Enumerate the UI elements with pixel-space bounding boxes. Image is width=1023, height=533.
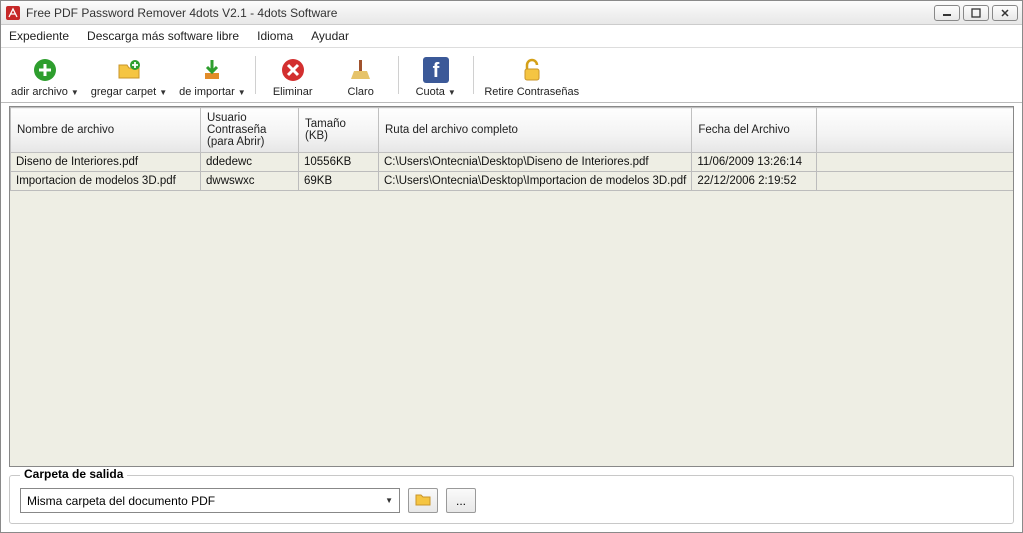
clear-label: Claro [348,86,374,98]
cell-password[interactable]: dwwswxc [201,172,299,191]
table-row[interactable]: Diseno de Interiores.pdfddedewc10556KBC:… [11,153,1014,172]
menu-language[interactable]: Idioma [257,29,293,43]
quota-label: Cuota [416,86,445,98]
clear-button[interactable]: Claro [327,50,395,100]
maximize-button[interactable] [963,5,989,21]
toolbar-separator [255,56,256,94]
cell-spare [817,153,1013,172]
add-folder-button[interactable]: gregar carpet▼ [85,50,173,100]
cell-date[interactable]: 22/12/2006 2:19:52 [692,172,817,191]
main-window: Free PDF Password Remover 4dots V2.1 - 4… [0,0,1023,533]
header-filename[interactable]: Nombre de archivo [11,108,201,153]
cell-path[interactable]: C:\Users\Ontecnia\Desktop\Diseno de Inte… [379,153,692,172]
facebook-icon: f [423,56,449,84]
dropdown-arrow-icon: ▼ [385,496,393,505]
add-file-icon [32,56,58,84]
titlebar: Free PDF Password Remover 4dots V2.1 - 4… [1,1,1022,25]
remove-passwords-label: Retire Contraseñas [484,86,579,98]
add-file-label: adir archivo [11,86,68,98]
window-controls [934,5,1018,21]
output-folder-legend: Carpeta de salida [20,467,127,481]
dropdown-arrow-icon: ▼ [448,88,456,97]
output-selected-value: Misma carpeta del documento PDF [27,494,215,508]
window-title: Free PDF Password Remover 4dots V2.1 - 4… [26,6,934,20]
browse-button[interactable]: ... [446,488,476,513]
header-path[interactable]: Ruta del archivo completo [379,108,692,153]
menu-help[interactable]: Ayudar [311,29,349,43]
toolbar-separator [398,56,399,94]
cell-size[interactable]: 10556KB [299,153,379,172]
broom-icon [348,56,374,84]
add-folder-label: gregar carpet [91,86,156,98]
app-icon [5,5,21,21]
remove-label: Eliminar [273,86,313,98]
dropdown-arrow-icon: ▼ [238,88,246,97]
svg-text:f: f [432,60,439,82]
quota-button[interactable]: f Cuota▼ [402,50,470,100]
cell-size[interactable]: 69KB [299,172,379,191]
output-folder-group: Carpeta de salida Misma carpeta del docu… [9,475,1014,524]
table-row[interactable]: Importacion de modelos 3D.pdfdwwswxc69KB… [11,172,1014,191]
unlock-icon [519,56,545,84]
cell-spare [817,172,1013,191]
file-table-container: Nombre de archivo Usuario Contraseña (pa… [9,106,1014,467]
remove-button[interactable]: Eliminar [259,50,327,100]
cell-date[interactable]: 11/06/2009 13:26:14 [692,153,817,172]
output-row: Misma carpeta del documento PDF ▼ ... [20,488,1003,513]
toolbar: adir archivo▼ gregar carpet▼ de importar… [1,47,1022,103]
add-folder-icon [116,56,142,84]
content-area: Nombre de archivo Usuario Contraseña (pa… [1,103,1022,532]
cell-name[interactable]: Importacion de modelos 3D.pdf [11,172,201,191]
dropdown-arrow-icon: ▼ [71,88,79,97]
file-table[interactable]: Nombre de archivo Usuario Contraseña (pa… [10,107,1013,191]
cell-password[interactable]: ddedewc [201,153,299,172]
open-folder-button[interactable] [408,488,438,513]
toolbar-separator [473,56,474,94]
cell-name[interactable]: Diseno de Interiores.pdf [11,153,201,172]
header-size[interactable]: Tamaño (KB) [299,108,379,153]
header-spare [817,108,1013,153]
import-label: de importar [179,86,235,98]
menubar: Expediente Descarga más software libre I… [1,25,1022,47]
cell-path[interactable]: C:\Users\Ontecnia\Desktop\Importacion de… [379,172,692,191]
add-file-button[interactable]: adir archivo▼ [5,50,85,100]
import-icon [199,56,225,84]
menu-file[interactable]: Expediente [9,29,69,43]
table-body: Diseno de Interiores.pdfddedewc10556KBC:… [11,153,1014,191]
close-button[interactable] [992,5,1018,21]
dropdown-arrow-icon: ▼ [159,88,167,97]
minimize-button[interactable] [934,5,960,21]
remove-icon [280,56,306,84]
menu-download-more[interactable]: Descarga más software libre [87,29,239,43]
header-date[interactable]: Fecha del Archivo [692,108,817,153]
output-folder-combo[interactable]: Misma carpeta del documento PDF ▼ [20,488,400,513]
remove-passwords-button[interactable]: Retire Contraseñas [477,50,587,100]
import-button[interactable]: de importar▼ [173,50,252,100]
header-password[interactable]: Usuario Contraseña (para Abrir) [201,108,299,153]
browse-label: ... [456,494,466,508]
folder-icon [415,492,431,509]
table-header-row: Nombre de archivo Usuario Contraseña (pa… [11,108,1014,153]
